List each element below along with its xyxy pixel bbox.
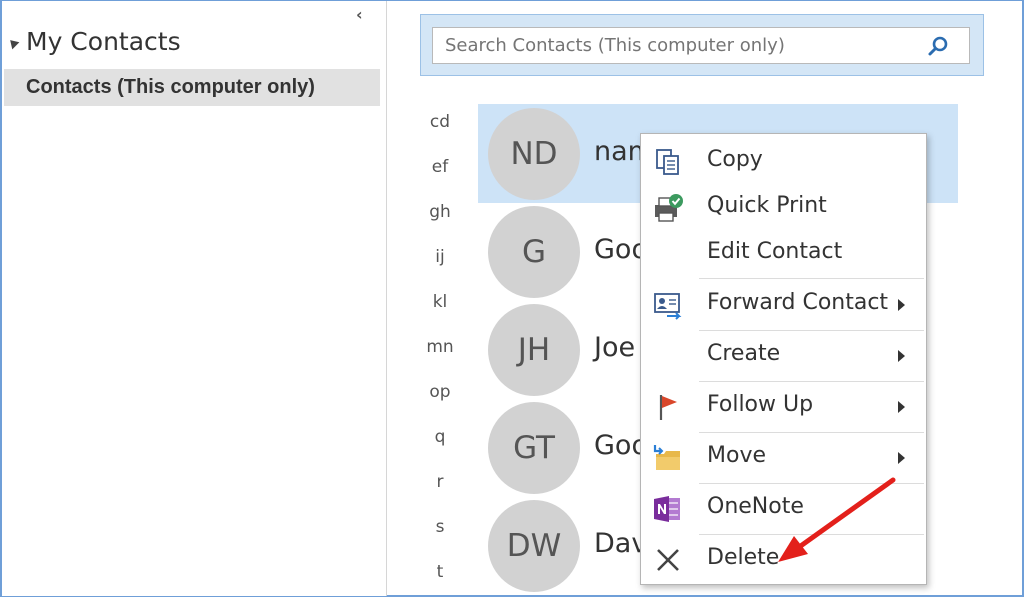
- folder-pane: ‹ My Contacts Contacts (This computer on…: [2, 1, 387, 596]
- contact-name: Joe: [594, 332, 636, 363]
- onenote-icon: [651, 492, 685, 526]
- menu-label: Forward Contact: [707, 290, 889, 315]
- menu-label: Follow Up: [707, 392, 814, 417]
- flag-icon: [651, 390, 685, 424]
- menu-item-copy[interactable]: Copy: [641, 142, 926, 182]
- annotation-arrow-icon: [778, 477, 896, 562]
- avatar: ND: [488, 108, 580, 200]
- search-icon[interactable]: [927, 35, 949, 57]
- alpha-index-item[interactable]: t: [420, 558, 460, 597]
- submenu-arrow-icon: [898, 401, 905, 413]
- copy-icon: [651, 145, 685, 179]
- menu-separator: [699, 278, 924, 279]
- forward-contact-icon: [651, 288, 685, 322]
- alpha-index-item[interactable]: kl: [420, 288, 460, 333]
- alpha-index-item[interactable]: s: [420, 513, 460, 558]
- alpha-index-item[interactable]: ef: [420, 153, 460, 198]
- avatar: JH: [488, 304, 580, 396]
- folder-item-contacts[interactable]: Contacts (This computer only): [4, 69, 380, 106]
- alpha-index-item[interactable]: cd: [420, 108, 460, 153]
- print-icon: [651, 191, 685, 225]
- move-folder-icon: [651, 441, 685, 475]
- menu-item-create[interactable]: Create: [641, 335, 926, 377]
- menu-separator: [699, 381, 924, 382]
- collapse-pane-icon[interactable]: ‹: [356, 5, 363, 24]
- alpha-index-item[interactable]: op: [420, 378, 460, 423]
- menu-item-forward-contact[interactable]: Forward Contact: [641, 284, 926, 326]
- alpha-index-item[interactable]: r: [420, 468, 460, 513]
- alpha-index-item[interactable]: gh: [420, 198, 460, 243]
- menu-label: Copy: [707, 147, 763, 172]
- alpha-index-item[interactable]: ij: [420, 243, 460, 288]
- expand-triangle-icon[interactable]: [6, 36, 20, 49]
- search-box[interactable]: [432, 27, 970, 64]
- search-input[interactable]: [445, 35, 925, 56]
- avatar: G: [488, 206, 580, 298]
- delete-x-icon: [651, 543, 685, 577]
- search-bar-band: [420, 14, 984, 76]
- menu-label: Create: [707, 341, 781, 366]
- alphabet-index: cd ef gh ij kl mn op q r s t: [420, 108, 460, 597]
- my-contacts-heading: My Contacts: [26, 27, 181, 56]
- avatar: GT: [488, 402, 580, 494]
- menu-label: Edit Contact: [707, 239, 843, 264]
- submenu-arrow-icon: [898, 350, 905, 362]
- folder-label: Contacts (This computer only): [26, 76, 315, 98]
- avatar: DW: [488, 500, 580, 592]
- menu-separator: [699, 330, 924, 331]
- menu-item-edit-contact[interactable]: Edit Contact: [641, 234, 926, 274]
- submenu-arrow-icon: [898, 452, 905, 464]
- my-contacts-group[interactable]: My Contacts: [6, 27, 181, 56]
- submenu-arrow-icon: [898, 299, 905, 311]
- menu-label: Quick Print: [707, 193, 827, 218]
- menu-item-follow-up[interactable]: Follow Up: [641, 386, 926, 428]
- menu-separator: [699, 432, 924, 433]
- menu-label: Move: [707, 443, 766, 468]
- menu-item-quick-print[interactable]: Quick Print: [641, 188, 926, 228]
- alpha-index-item[interactable]: mn: [420, 333, 460, 378]
- alpha-index-item[interactable]: q: [420, 423, 460, 468]
